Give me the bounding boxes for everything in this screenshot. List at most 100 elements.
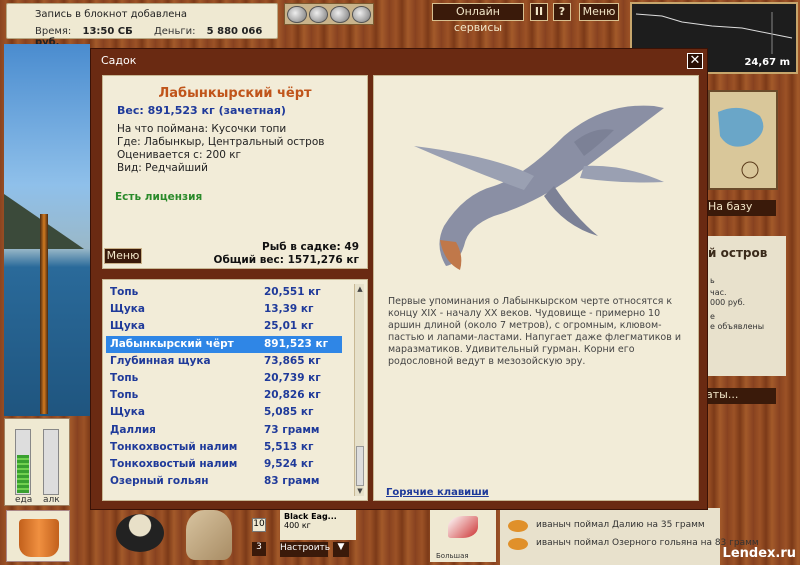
slot-count-2[interactable]: 3	[252, 542, 266, 556]
fish-list-weight: 13,39 кг	[264, 303, 314, 316]
fish-count: Рыб в садке: 49	[262, 241, 359, 253]
bucket-icon	[19, 519, 59, 557]
fish-description: Первые упоминания о Лабынкырском черте о…	[388, 296, 682, 367]
island-line: е	[710, 312, 715, 321]
fish-list-weight: 9,524 кг	[264, 458, 314, 470]
fish-list-weight: 5,085 кг	[264, 406, 314, 419]
fish-list-row[interactable]: Топь 20,739 кг	[106, 370, 342, 387]
lure-name: Большая	[436, 552, 469, 560]
fish-list-row[interactable]: Щука 13,39 кг	[106, 301, 342, 318]
creature-image	[414, 105, 664, 270]
fish-list-name: Топь	[110, 389, 139, 402]
status-gauges: еда алк	[4, 418, 70, 506]
fish-name: Лабынкырский чёрт	[158, 86, 312, 101]
scroll-down-arrow[interactable]: ▼	[356, 487, 364, 495]
money-label: Деньги:	[153, 26, 196, 37]
fish-list-weight: 20,551 кг	[264, 286, 321, 298]
scroll-thumb[interactable]	[356, 446, 364, 486]
fish-list-name: Тонкохвостый налим	[110, 458, 238, 470]
fish-list-row[interactable]: Озерный гольян 83 грамм	[106, 473, 342, 490]
island-line: е объявлены	[710, 322, 765, 331]
fish-list-row[interactable]: Даллия 73 грамм	[106, 422, 342, 439]
compass-icon	[718, 107, 764, 179]
fish-list-name: Топь	[110, 286, 139, 298]
fish-list-name: Озерный гольян	[110, 475, 209, 488]
catch-location: Где: Лабынкыр, Центральный остров	[117, 136, 325, 148]
bucket-slot[interactable]	[6, 510, 70, 562]
map-thumbnail[interactable]	[708, 90, 778, 190]
fish-list: Топь 20,551 кг Щука 13,39 кг Щука 25,01 кг Лаб…	[102, 279, 368, 501]
fish-list-row[interactable]: Топь 20,551 кг	[106, 284, 342, 301]
bait-slots	[284, 3, 374, 25]
fish-kind: Вид: Редчайший	[117, 162, 208, 174]
fish-list-name: Щука	[110, 406, 145, 419]
depth-value: 24,67 m	[744, 57, 790, 68]
fish-list-name: Щука	[110, 303, 145, 316]
bait-icon[interactable]	[351, 6, 371, 23]
bait-icon[interactable]	[308, 6, 328, 23]
fish-list-name: Лабынкырский чёрт	[110, 337, 234, 350]
keepnet-totals: Рыб в садке: 49 Общий вес: 1571,276 кг	[214, 241, 359, 267]
log-entry: иваныч поймал Далию на 35 грамм	[536, 520, 705, 530]
fish-list-weight: 891,523 кг	[264, 337, 329, 350]
fish-list-weight: 73 грамм	[264, 423, 320, 436]
top-bar: Запись в блокнот добавлена Время: 13:50 …	[0, 0, 800, 74]
fish-list-row[interactable]: Щука 5,085 кг	[106, 404, 342, 421]
fish-list-row[interactable]: Тонкохвостый налим 5,513 кг	[106, 439, 342, 456]
setup-button[interactable]: Настроить	[280, 542, 330, 557]
fish-list-weight: 20,739 кг	[264, 372, 321, 384]
fish-weight: Вес: 891,523 кг (зачетная)	[117, 104, 286, 117]
fish-list-name: Тонкохвостый налим	[110, 440, 238, 453]
notebook-status-panel: Запись в блокнот добавлена Время: 13:50 …	[6, 3, 278, 48]
gifts-button[interactable]: аты...	[706, 388, 776, 404]
slot-count-1[interactable]: 10	[252, 518, 266, 532]
fish-icon	[508, 520, 528, 532]
bait-icon[interactable]	[287, 6, 307, 23]
fishing-rod	[40, 214, 48, 414]
pot-icon[interactable]	[116, 514, 164, 552]
time-value: 13:50 СБ	[82, 26, 133, 37]
fish-list-weight: 5,513 кг	[264, 440, 314, 453]
scroll-up-arrow[interactable]: ▲	[356, 285, 364, 293]
fish-list-name: Топь	[110, 372, 139, 384]
hotkeys-link[interactable]: Горячие клавиши	[386, 487, 489, 498]
dropdown-arrow-button[interactable]: ▼	[333, 542, 349, 557]
sack-icon[interactable]	[186, 510, 232, 560]
fish-list-weight: 73,865 кг	[264, 354, 321, 367]
fish-list-row[interactable]: Лабынкырский чёрт 891,523 кг	[106, 335, 342, 353]
island-title: й остров	[708, 246, 768, 260]
island-line: ь	[710, 276, 715, 285]
help-button[interactable]: ?	[553, 3, 571, 21]
fish-list-row[interactable]: Глубинная щука 73,865 кг	[106, 353, 342, 370]
fish-list-row[interactable]: Щука 25,01 кг	[106, 318, 342, 335]
food-gauge	[15, 429, 31, 495]
menu-button-top[interactable]: Меню	[579, 3, 619, 21]
catch-log: иваныч поймал Далию на 35 грамм иваныч п…	[500, 508, 759, 565]
lure-slot[interactable]: Большая	[430, 508, 496, 562]
fish-description-panel: Первые упоминания о Лабынкырском черте о…	[373, 75, 699, 501]
fish-list-row[interactable]: Тонкохвостый налим 9,524 кг	[106, 456, 342, 473]
to-base-button[interactable]: На базу	[706, 200, 776, 216]
online-services-button[interactable]: Онлайн сервисы	[432, 3, 524, 34]
fish-info-card: Лабынкырский чёрт Вес: 891,523 кг (зачет…	[102, 75, 368, 269]
bait-icon[interactable]	[330, 6, 350, 23]
lake-scene	[4, 44, 90, 416]
fish-list-weight: 83 грамм	[264, 475, 320, 488]
lure-icon	[448, 516, 478, 538]
island-line: 000 руб.	[710, 298, 746, 307]
fish-list-scrollbar[interactable]: ▲ ▼	[354, 284, 364, 496]
reel-item[interactable]: Black Eag... 400 кг	[280, 510, 356, 540]
fish-value: Оценивается с: 200 кг	[117, 149, 242, 161]
food-label: еда	[15, 495, 33, 505]
close-button[interactable]: ✕	[687, 53, 703, 69]
time-label: Время:	[35, 26, 72, 37]
notebook-notice: Запись в блокнот добавлена	[35, 9, 188, 20]
pause-button[interactable]: II	[530, 3, 548, 21]
fish-list-name: Глубинная щука	[110, 354, 211, 367]
dialog-title: Садок	[101, 54, 137, 67]
caught-on: На что поймана: Кусочки топи	[117, 123, 287, 135]
alcohol-gauge	[43, 429, 59, 495]
fish-list-row[interactable]: Топь 20,826 кг	[106, 387, 342, 404]
fish-list-weight: 25,01 кг	[264, 320, 314, 333]
fish-menu-button[interactable]: Меню	[104, 248, 142, 264]
